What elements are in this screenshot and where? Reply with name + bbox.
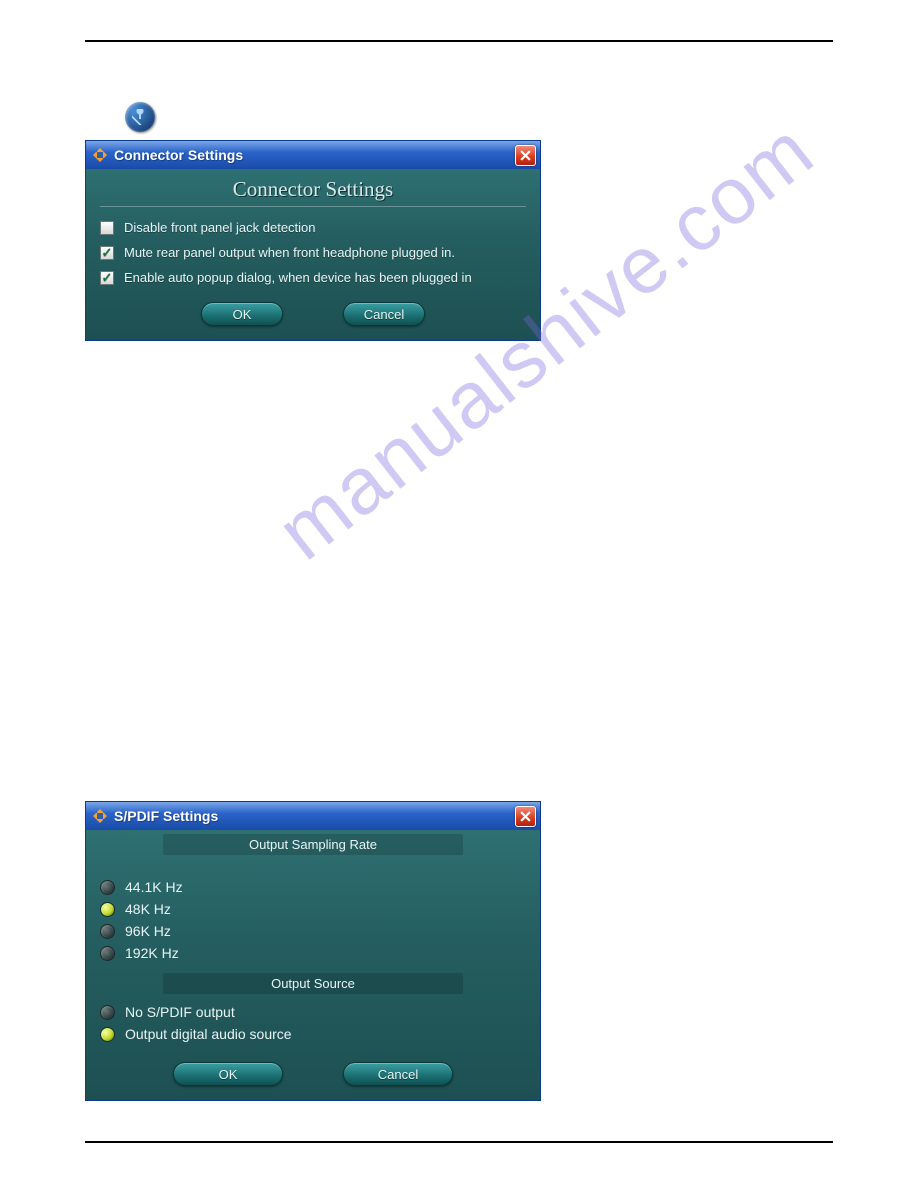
rate-192k[interactable]: 192K Hz [100,945,526,961]
close-button[interactable] [515,806,536,827]
option-mute-rear-panel[interactable]: Mute rear panel output when front headph… [100,240,526,265]
source-no-spdif[interactable]: No S/PDIF output [100,1004,526,1020]
titlebar: S/PDIF Settings [86,802,540,830]
option-label: Mute rear panel output when front headph… [124,245,455,260]
radio[interactable] [100,880,115,895]
dialog-heading: Connector Settings [100,175,526,207]
source-digital-audio[interactable]: Output digital audio source [100,1026,526,1042]
ok-button[interactable]: OK [201,302,283,326]
rate-48k[interactable]: 48K Hz [100,901,526,917]
section-output-sampling-rate: Output Sampling Rate [163,834,463,855]
radio[interactable] [100,1027,115,1042]
dialog-title: Connector Settings [114,147,515,163]
checkbox[interactable] [100,221,114,235]
radio-label: 192K Hz [125,945,179,961]
close-icon [520,811,531,822]
option-label: Enable auto popup dialog, when device ha… [124,270,472,285]
close-icon [520,150,531,161]
checkbox[interactable] [100,271,114,285]
spdif-settings-dialog: S/PDIF Settings Output Sampling Rate 44.… [85,801,541,1101]
radio[interactable] [100,924,115,939]
section-output-source: Output Source [163,973,463,994]
top-rule [85,40,833,42]
radio[interactable] [100,1005,115,1020]
bottom-rule [85,1141,833,1143]
radio[interactable] [100,902,115,917]
rate-96k[interactable]: 96K Hz [100,923,526,939]
radio-label: No S/PDIF output [125,1004,235,1020]
spacer: manualshive.com [85,341,833,801]
radio-label: 44.1K Hz [125,879,183,895]
cancel-button[interactable]: Cancel [343,302,425,326]
option-label: Disable front panel jack detection [124,220,316,235]
radio[interactable] [100,946,115,961]
connector-settings-dialog: Connector Settings Connector Settings Di… [85,140,541,341]
wrench-icon[interactable] [125,102,155,132]
rate-44-1k[interactable]: 44.1K Hz [100,879,526,895]
option-disable-jack-detection[interactable]: Disable front panel jack detection [100,215,526,240]
radio-label: 48K Hz [125,901,171,917]
ok-button[interactable]: OK [173,1062,283,1086]
app-icon [92,808,108,824]
app-icon [92,147,108,163]
close-button[interactable] [515,145,536,166]
titlebar: Connector Settings [86,141,540,169]
checkbox[interactable] [100,246,114,260]
dialog-title: S/PDIF Settings [114,808,515,824]
radio-label: 96K Hz [125,923,171,939]
cancel-button[interactable]: Cancel [343,1062,453,1086]
option-auto-popup[interactable]: Enable auto popup dialog, when device ha… [100,265,526,290]
radio-label: Output digital audio source [125,1026,292,1042]
